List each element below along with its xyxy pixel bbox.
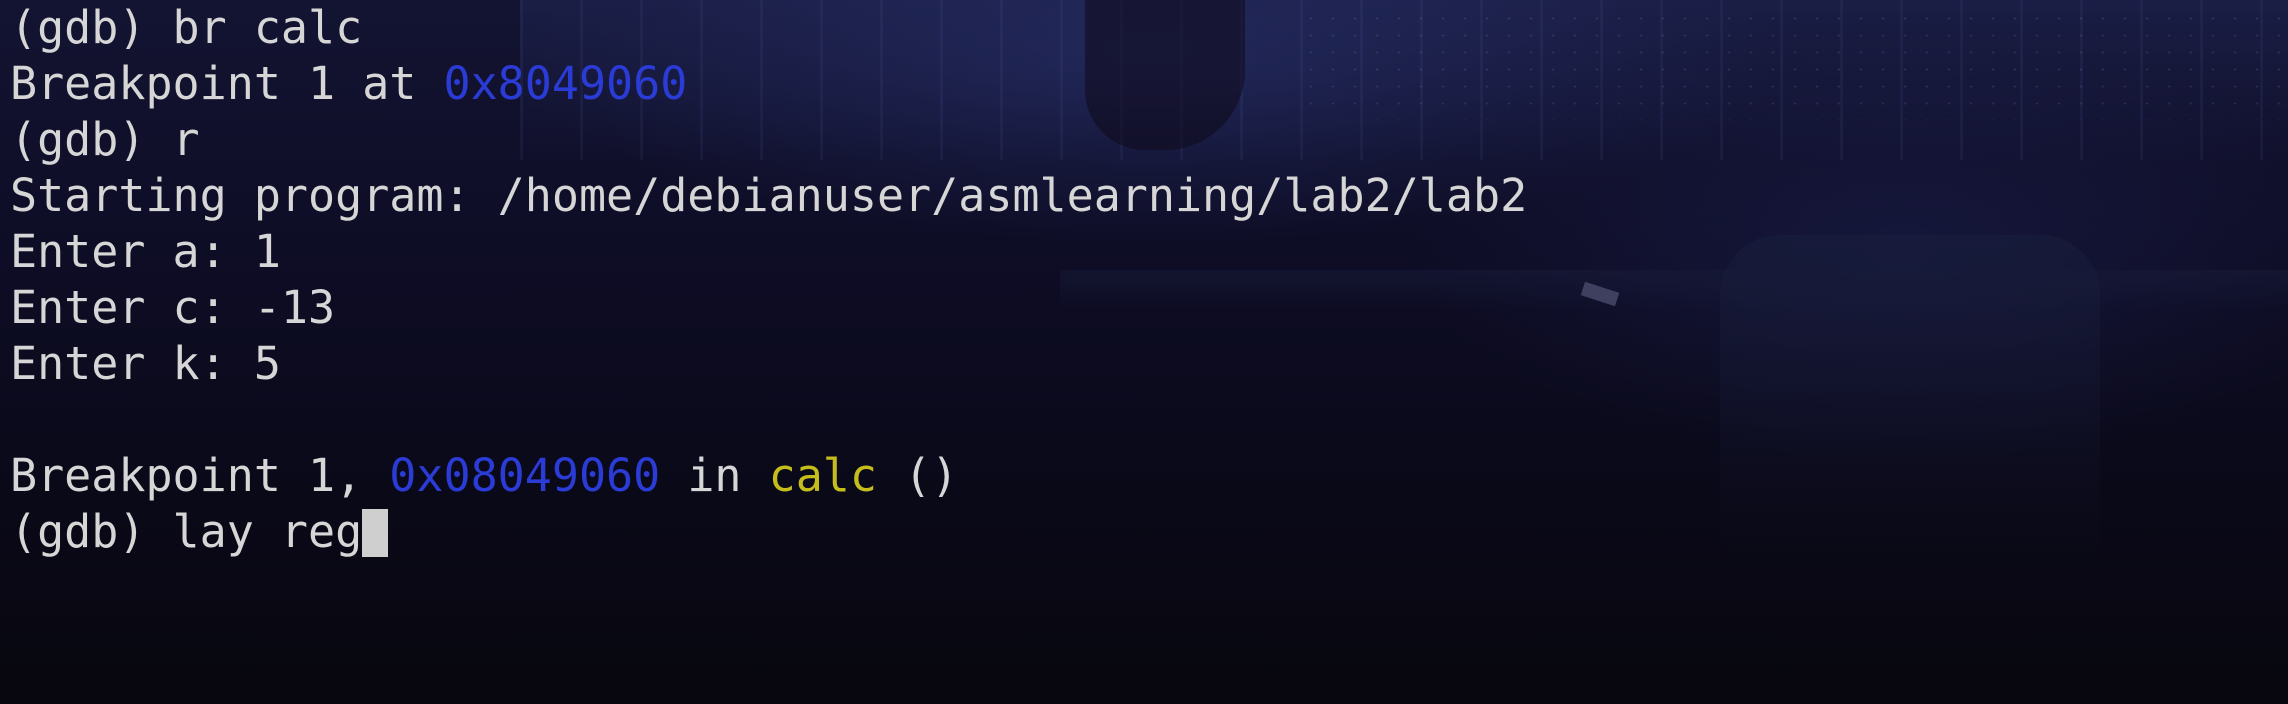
terminal-output: (gdb) br calc Breakpoint 1 at 0x8049060 (g… — [0, 0, 1527, 560]
terminal-line: Starting program: /home/debianuser/asmle… — [10, 169, 1528, 222]
stop-address: 0x08049060 — [389, 449, 661, 502]
breakpoint-address: 0x8049060 — [443, 57, 688, 110]
function-name: calc — [768, 449, 877, 502]
command-input[interactable]: (gdb) lay reg — [10, 505, 362, 558]
wallpaper-chair — [1720, 235, 2100, 555]
terminal-line: Enter k: 5 — [10, 337, 281, 390]
terminal-line: (gdb) r — [10, 113, 200, 166]
terminal-line: Breakpoint 1, 0x08049060 in calc () — [10, 449, 959, 502]
terminal-line: Breakpoint 1 at 0x8049060 — [10, 57, 688, 110]
terminal-input-line[interactable]: (gdb) lay reg — [10, 504, 1527, 560]
block-cursor-icon — [362, 509, 389, 557]
terminal-line: Enter a: 1 — [10, 225, 281, 278]
terminal-line: Enter c: -13 — [10, 281, 336, 334]
terminal-line: (gdb) br calc — [10, 1, 363, 54]
terminal-window[interactable]: (gdb) br calc Breakpoint 1 at 0x8049060 (g… — [0, 0, 2288, 704]
